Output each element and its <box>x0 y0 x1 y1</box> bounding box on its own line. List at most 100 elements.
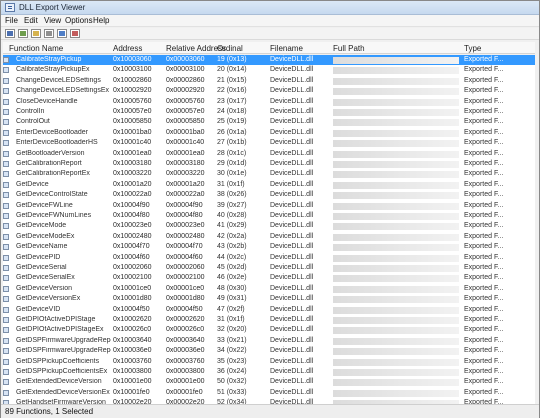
relative-address-cell: 0x000022a0 <box>166 191 205 199</box>
address-cell: 0x10005760 <box>113 97 152 105</box>
table-row[interactable]: GetDSPPickupCoefficients 0x10003760 0x0000… <box>3 357 535 367</box>
type-cell: Exported F... <box>464 243 504 251</box>
table-row[interactable]: GetDeviceName 0x10004f70 0x00004f70 43 (0x2… <box>3 242 535 252</box>
full-path-cell <box>333 67 459 75</box>
menu-file[interactable]: File <box>5 16 18 25</box>
filename-cell: DeviceDLL.dll <box>270 128 314 136</box>
table-row[interactable]: GetDevicePID 0x10004f60 0x00004f60 44 (0x2c… <box>3 253 535 263</box>
column-type[interactable]: Type <box>464 44 481 53</box>
function-icon <box>3 88 9 95</box>
table-row[interactable]: ControlOut 0x10005850 0x00005850 25 (0x19) D… <box>3 117 535 127</box>
table-row[interactable]: CloseDeviceHandle 0x10005760 0x00005760 23 … <box>3 97 535 107</box>
table-row[interactable]: GetDeviceVersion 0x10001ce0 0x00001ce0 48 (… <box>3 284 535 294</box>
table-row[interactable]: GetDeviceSerialEx 0x10002100 0x00002100 46 … <box>3 273 535 283</box>
function-icon <box>3 119 9 126</box>
full-path-cell <box>333 57 459 64</box>
address-cell: 0x10003640 <box>113 336 152 344</box>
open-icon[interactable] <box>31 29 41 38</box>
table-row[interactable]: GetExtendedDeviceVersionEx 0x10001fe0 0x00… <box>3 388 535 398</box>
type-cell: Exported F... <box>464 368 504 375</box>
table-row[interactable]: GetCalibrationReport 0x10003180 0x00003180… <box>3 159 535 169</box>
menu-edit[interactable]: Edit <box>24 16 38 25</box>
address-cell: 0x10002480 <box>113 232 152 240</box>
relative-address-cell: 0x00004f70 <box>166 243 203 251</box>
column-address[interactable]: Address <box>113 44 142 53</box>
relative-address-cell: 0x00001ea0 <box>166 149 205 157</box>
function-name-cell: GetDSPFirmwareUpgradeReport <box>16 336 111 344</box>
column-full-path[interactable]: Full Path <box>333 44 365 53</box>
full-path-cell <box>333 233 459 241</box>
type-cell: Exported F... <box>464 170 504 178</box>
ordinal-cell: 21 (0x15) <box>217 76 247 84</box>
refresh-icon[interactable] <box>57 29 67 38</box>
table-row[interactable]: GetDPIOfActiveDPIStage 0x10002620 0x000026… <box>3 315 535 325</box>
ordinal-cell: 43 (0x2b) <box>217 243 247 251</box>
table-row[interactable]: ChangeDeviceLEDSettingsEx 0x10002920 0x000… <box>3 86 535 96</box>
properties-icon[interactable] <box>44 29 54 38</box>
table-row[interactable]: CalibrateStrayPickupEx 0x10003100 0x000031… <box>3 65 535 75</box>
table-row[interactable]: GetDeviceModeEx 0x10002480 0x00002480 42 (0… <box>3 232 535 242</box>
relative-address-cell: 0x00001e00 <box>166 378 205 386</box>
status-text: 89 Functions, 1 Selected <box>5 407 94 416</box>
table-row[interactable]: GetDeviceFWLine 0x10004f90 0x00004f90 39 (0… <box>3 201 535 211</box>
copy-icon[interactable] <box>18 29 28 38</box>
relative-address-cell: 0x00002860 <box>166 76 205 84</box>
full-path-cell <box>333 296 459 304</box>
full-path-cell <box>333 389 459 397</box>
table-row[interactable]: GetDeviceVersionEx 0x10001d80 0x00001d80 49… <box>3 294 535 304</box>
type-cell: Exported F... <box>464 97 504 105</box>
function-name-cell: GetDeviceMode <box>16 222 67 230</box>
function-icon <box>3 140 9 147</box>
table-row[interactable]: GetDSPFirmwareUpgradeReportEx0x100036e0 0… <box>3 346 535 356</box>
full-path-cell <box>333 369 459 376</box>
table-row[interactable]: GetDeviceControlState 0x100022a0 0x000022a… <box>3 190 535 200</box>
column-ordinal[interactable]: Ordinal <box>217 44 243 53</box>
function-name-cell: ChangeDeviceLEDSettingsEx <box>16 87 109 95</box>
table-row[interactable]: CalibrateStrayPickup 0x10003060 0x00003060… <box>3 55 535 66</box>
table-row[interactable]: GetCalibrationReportEx 0x10003220 0x000032… <box>3 169 535 179</box>
table-row[interactable]: GetDeviceVID 0x10004f50 0x00004f50 47 (0x2f… <box>3 305 535 315</box>
function-name-cell: GetDevicePID <box>16 253 61 261</box>
ordinal-cell: 34 (0x22) <box>217 347 247 355</box>
table-row[interactable]: GetDSPPickupCoefficientsEx 0x10003800 0x00… <box>3 367 535 377</box>
table-row[interactable]: GetDevice 0x10001a20 0x00001a20 31 (0x1f) De… <box>3 180 535 190</box>
table-row[interactable]: GetDeviceMode 0x100023e0 0x000023e0 41 (0x2… <box>3 221 535 231</box>
menu-options[interactable]: Options <box>65 16 93 25</box>
table-row[interactable]: GetDSPFirmwareUpgradeReport 0x10003640 0x0… <box>3 336 535 346</box>
table-row[interactable]: EnterDeviceBootloaderHS 0x10001c40 0x00001… <box>3 138 535 148</box>
function-name-cell: CloseDeviceHandle <box>16 97 78 105</box>
column-function-name[interactable]: Function Name <box>9 44 63 53</box>
function-name-cell: GetDevice <box>16 180 49 188</box>
menu-help[interactable]: Help <box>93 16 109 25</box>
ordinal-cell: 46 (0x2e) <box>217 274 247 282</box>
table-row[interactable]: ChangeDeviceLEDSettings 0x10002860 0x00002… <box>3 76 535 86</box>
type-cell: Exported F... <box>464 160 504 167</box>
address-cell: 0x100036e0 <box>113 347 152 355</box>
type-cell: Exported F... <box>464 336 504 344</box>
function-list[interactable]: CalibrateStrayPickup 0x10003060 0x00003060… <box>3 55 535 404</box>
function-icon <box>3 285 9 292</box>
address-cell: 0x100022a0 <box>113 191 152 199</box>
address-cell: 0x10003760 <box>113 357 152 365</box>
type-cell: Exported F... <box>464 149 504 157</box>
full-path-cell <box>333 244 459 252</box>
save-icon[interactable] <box>5 29 15 38</box>
full-path-cell <box>333 348 459 356</box>
table-row[interactable]: EnterDeviceBootloader 0x10001ba0 0x00001ba… <box>3 128 535 138</box>
ordinal-cell: 27 (0x1b) <box>217 139 247 147</box>
function-icon <box>3 181 9 188</box>
table-row[interactable]: GetBootloaderVersion 0x10001ea0 0x00001ea0… <box>3 149 535 159</box>
full-path-cell <box>333 88 459 96</box>
menu-view[interactable]: View <box>44 16 61 25</box>
ordinal-cell: 41 (0x29) <box>217 222 247 230</box>
table-row[interactable]: GetExtendedDeviceVersion 0x10001e00 0x0000… <box>3 377 535 387</box>
exit-icon[interactable] <box>70 29 80 38</box>
table-row[interactable]: GetDPIOfActiveDPIStageEx 0x100026c0 0x0000… <box>3 325 535 335</box>
type-cell: Exported F... <box>464 326 504 334</box>
table-row[interactable]: ControlIn 0x100057e0 0x000057e0 24 (0x18) De… <box>3 107 535 117</box>
column-filename[interactable]: Filename <box>270 44 303 53</box>
function-name-cell: GetDeviceFWNumLines <box>16 212 92 219</box>
table-row[interactable]: GetDeviceSerial 0x10002060 0x00002060 45 (0… <box>3 263 535 273</box>
table-row[interactable]: GetDeviceFWNumLines 0x10004f80 0x00004f80 4… <box>3 211 535 221</box>
relative-address-cell: 0x00003640 <box>166 336 205 344</box>
